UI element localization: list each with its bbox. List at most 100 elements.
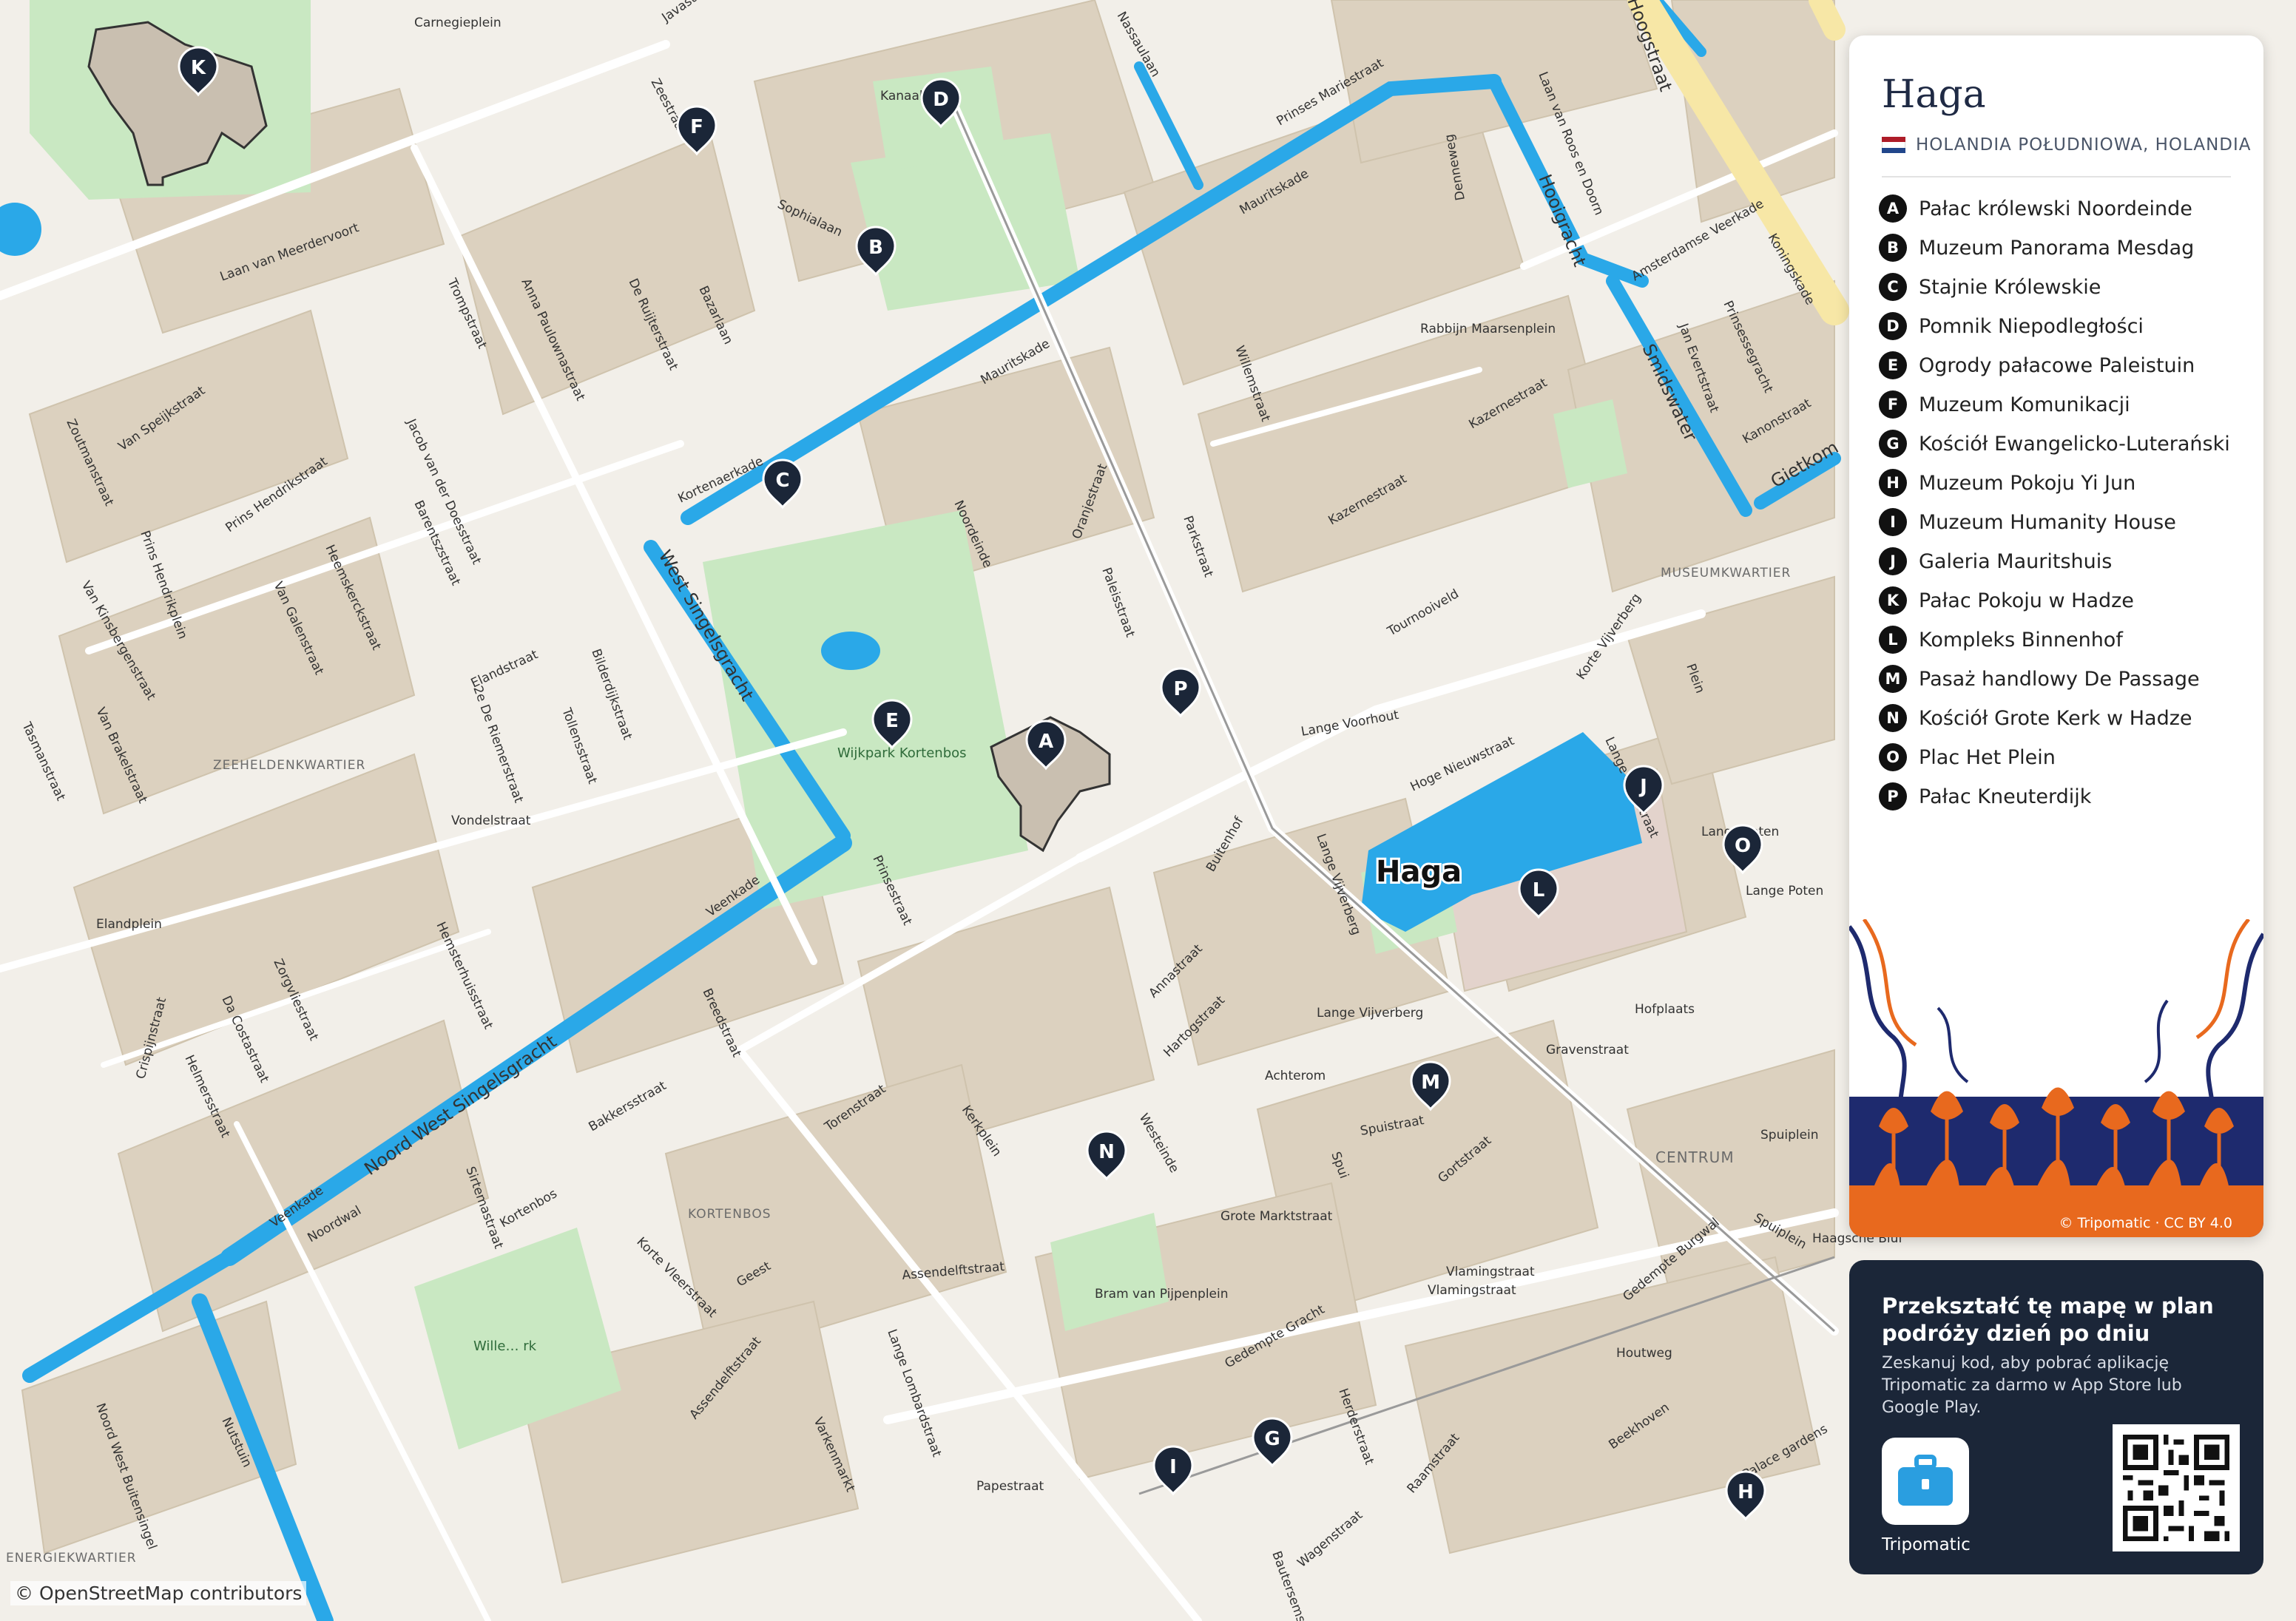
app-name: Tripomatic [1882,1535,1971,1554]
legend-panel: Haga HOLANDIA POŁUDNIOWA, HOLANDIA A Pała… [1849,35,2263,1237]
legend-divider [1882,176,2231,177]
street-label: Bram van Pijpenplein [1095,1287,1229,1302]
legend-item[interactable]: P Pałac Kneuterdijk [1879,782,2249,810]
legend-badge: C [1879,273,1907,301]
legend-badge: L [1879,626,1907,654]
app-promo-panel: Przekształć tę mapę w plan podróży dzień… [1849,1260,2263,1574]
pin-letter: M [1421,1072,1440,1094]
pin-letter: I [1169,1456,1177,1478]
tripomatic-app-icon[interactable] [1882,1438,1969,1525]
pin-letter: H [1738,1481,1754,1503]
legend-item[interactable]: L Kompleks Binnenhof [1879,626,2249,654]
legend-label: Muzeum Komunikacji [1919,393,2130,416]
pin-letter: B [868,237,883,259]
district-label: ENERGIEKWARTIER [6,1551,137,1566]
legend-item[interactable]: H Muzeum Pokoju Yi Jun [1879,469,2249,497]
city-label: Haga [1376,855,1462,889]
legend-item[interactable]: A Pałac królewski Noordeinde [1879,194,2249,223]
tulip-illustration [1849,919,2263,1237]
legend-badge: F [1879,390,1907,419]
legend-item[interactable]: O Plac Het Plein [1879,743,2249,771]
legend-item[interactable]: F Muzeum Komunikacji [1879,390,2249,419]
street-label: Lange Poten [1746,884,1823,899]
pin-letter: O [1735,835,1751,857]
pin-letter: C [775,470,789,492]
qr-code-icon [2113,1424,2240,1551]
netherlands-flag-icon [1882,137,1905,153]
street-label: Vlamingstraat [1446,1265,1535,1279]
legend-item[interactable]: B Muzeum Panorama Mesdag [1879,234,2249,262]
legend-badge: J [1879,547,1907,575]
legend-label: Pałac Kneuterdijk [1919,785,2092,808]
street-label: Papestraat [976,1479,1044,1494]
street-label: Houtweg [1616,1346,1672,1361]
legend-item[interactable]: M Pasaż handlowy De Passage [1879,665,2249,693]
region-label: HOLANDIA POŁUDNIOWA, HOLANDIA [1916,135,2252,155]
street-label: Spuiplein [1760,1128,1819,1143]
district-label: MUSEUMKWARTIER [1661,566,1791,581]
legend-item[interactable]: N Kościół Grote Kerk w Hadze [1879,704,2249,732]
legend-item[interactable]: E Ogrody pałacowe Paleistuin [1879,351,2249,379]
street-label: Vlamingstraat [1428,1283,1516,1298]
region-row: HOLANDIA POŁUDNIOWA, HOLANDIA [1882,135,2252,155]
legend-label: Ogrody pałacowe Paleistuin [1919,354,2195,377]
qr-code[interactable] [2113,1424,2240,1551]
legend-badge: P [1879,782,1907,810]
legend-badge: B [1879,234,1907,262]
district-label: CENTRUM [1655,1148,1735,1166]
legend-item[interactable]: C Stajnie Królewskie [1879,273,2249,301]
legend-label: Plac Het Plein [1919,746,2056,769]
pin-letter: N [1098,1141,1115,1163]
map-attribution[interactable]: © OpenStreetMap contributors [10,1581,307,1605]
legend-label: Galeria Mauritshuis [1919,550,2113,573]
legend-item[interactable]: D Pomnik Niepodległości [1879,312,2249,340]
legend-label: Muzeum Panorama Mesdag [1919,237,2195,260]
legend-label: Stajnie Królewskie [1919,276,2101,299]
street-label: Carnegieplein [414,16,502,30]
legend-label: Pałac królewski Noordeinde [1919,197,2192,220]
legend-badge: N [1879,704,1907,732]
legend-item[interactable]: J Galeria Mauritshuis [1879,547,2249,575]
district-label: ZEEHELDENKWARTIER [213,758,365,773]
legend-badge: M [1879,665,1907,693]
legend-title: Haga [1882,72,1986,117]
legend-list: A Pałac królewski Noordeinde B Muzeum Pano… [1879,194,2249,822]
legend-label: Pałac Pokoju w Hadze [1919,589,2134,612]
promo-body: Zeskanuj kod, aby pobrać aplikację Tripo… [1882,1354,2182,1417]
pin-letter: G [1264,1428,1280,1450]
street-label: Elandplein [96,917,162,932]
legend-badge: E [1879,351,1907,379]
legend-badge: D [1879,312,1907,340]
street-label: Vondelstraat [451,813,531,828]
street-label: Lange Vijverberg [1317,1006,1423,1021]
legend-label: Kościół Grote Kerk w Hadze [1919,707,2192,730]
pin-letter: K [191,57,206,79]
park-label: Wijkpark Kortenbos [837,745,967,761]
street-label: Achterom [1265,1069,1326,1083]
illustration-credit: © Tripomatic · CC BY 4.0 [2059,1215,2232,1231]
palace-garden-pond [821,632,880,670]
legend-item[interactable]: I Muzeum Humanity House [1879,508,2249,536]
street-label: Gravenstraat [1546,1043,1629,1057]
suitcase-icon [1898,1455,1953,1506]
legend-badge: O [1879,743,1907,771]
legend-badge: A [1879,194,1907,223]
legend-item[interactable]: G Kościół Ewangelicko-Luterański [1879,430,2249,458]
pin-letter: J [1638,776,1647,798]
promo-heading: Przekształć tę mapę w plan podróży dzień… [1882,1293,2214,1346]
park-label: Wille… rk [473,1339,537,1354]
street-label: Rabbijn Maarsenplein [1420,322,1556,336]
legend-badge: G [1879,430,1907,458]
legend-item[interactable]: K Pałac Pokoju w Hadze [1879,586,2249,615]
pin-letter: P [1173,678,1187,700]
legend-label: Pasaż handlowy De Passage [1919,668,2200,691]
street-label: Hofplaats [1635,1002,1695,1017]
district-label: KORTENBOS [688,1207,771,1222]
legend-label: Kompleks Binnenhof [1919,629,2123,652]
pin-letter: D [933,89,949,111]
legend-badge: I [1879,508,1907,536]
legend-label: Kościół Ewangelicko-Luterański [1919,433,2230,456]
pin-letter: F [690,116,703,138]
pin-letter: A [1039,731,1053,753]
street-label: Kanaal [880,89,923,104]
